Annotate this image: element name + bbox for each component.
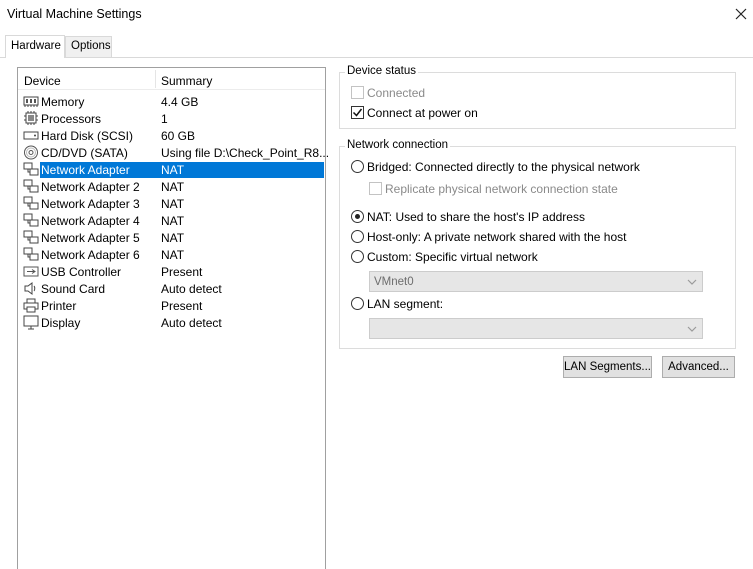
device-summary: NAT bbox=[161, 163, 185, 177]
title-bar: Virtual Machine Settings bbox=[0, 0, 753, 30]
connect-at-power-on-label: Connect at power on bbox=[367, 106, 478, 120]
network-adapter-icon bbox=[23, 179, 39, 194]
radio-circle bbox=[351, 230, 364, 243]
device-name: Network Adapter 3 bbox=[41, 197, 140, 211]
connected-label: Connected bbox=[367, 86, 426, 100]
replicate-label: Replicate physical network connection st… bbox=[385, 182, 618, 196]
tab-options-label: Options bbox=[71, 40, 111, 52]
device-summary: Present bbox=[161, 299, 203, 313]
radio-circle bbox=[351, 297, 364, 310]
device-summary: NAT bbox=[161, 180, 185, 194]
device-row-network-adapter-3[interactable]: Network Adapter 3 NAT bbox=[22, 195, 324, 212]
device-name: Network Adapter 2 bbox=[41, 180, 140, 194]
checkbox-box bbox=[351, 86, 364, 99]
device-summary: Auto detect bbox=[161, 282, 222, 296]
device-name: Display bbox=[41, 316, 81, 330]
radio-dot bbox=[355, 214, 360, 219]
network-adapter-icon bbox=[23, 196, 39, 211]
device-summary: 4.4 GB bbox=[161, 95, 199, 109]
device-name: Network Adapter 6 bbox=[41, 248, 140, 262]
device-name: CD/DVD (SATA) bbox=[41, 146, 128, 160]
checkmark-icon bbox=[352, 108, 363, 117]
lan-segment-label: LAN segment: bbox=[367, 297, 444, 311]
device-list-header: Device Summary bbox=[18, 68, 325, 90]
device-row-display[interactable]: Display Auto detect bbox=[22, 314, 324, 331]
bridged-label: Bridged: Connected directly to the physi… bbox=[367, 160, 640, 174]
device-summary: NAT bbox=[161, 248, 185, 262]
nat-label: NAT: Used to share the host's IP address bbox=[367, 210, 585, 224]
processor-icon bbox=[23, 111, 39, 126]
device-summary: NAT bbox=[161, 197, 185, 211]
device-summary: NAT bbox=[161, 214, 185, 228]
custom-network-select[interactable]: VMnet0 bbox=[369, 271, 703, 292]
tab-divider bbox=[0, 57, 753, 58]
network-adapter-icon bbox=[23, 230, 39, 245]
display-icon bbox=[23, 315, 39, 330]
memory-icon bbox=[23, 94, 39, 109]
device-row-hard-disk[interactable]: Hard Disk (SCSI) 60 GB bbox=[22, 127, 324, 144]
device-name: Hard Disk (SCSI) bbox=[41, 129, 134, 143]
hard-disk-icon bbox=[23, 128, 39, 143]
tab-hardware[interactable]: Hardware bbox=[5, 35, 65, 58]
device-summary: 1 bbox=[161, 112, 168, 126]
device-row-network-adapter[interactable]: Network Adapter NAT bbox=[22, 161, 324, 178]
sound-card-icon bbox=[23, 281, 39, 296]
column-header-summary[interactable]: Summary bbox=[161, 74, 212, 88]
device-status-title: Device status bbox=[345, 65, 419, 77]
device-row-usb-controller[interactable]: USB Controller Present bbox=[22, 263, 324, 280]
tab-options[interactable]: Options bbox=[65, 36, 112, 58]
device-row-network-adapter-5[interactable]: Network Adapter 5 NAT bbox=[22, 229, 324, 246]
network-adapter-icon bbox=[23, 247, 39, 262]
device-list[interactable]: Device Summary Memory 4.4 GB Processors … bbox=[17, 67, 329, 569]
usb-icon bbox=[23, 264, 39, 279]
window-title: Virtual Machine Settings bbox=[7, 7, 142, 21]
column-separator[interactable] bbox=[155, 70, 156, 88]
chevron-down-icon bbox=[687, 326, 697, 332]
tab-hardware-label: Hardware bbox=[11, 40, 61, 52]
device-status-group: Device status Connected Connect at power… bbox=[339, 65, 736, 129]
device-name: USB Controller bbox=[41, 265, 122, 279]
device-summary: NAT bbox=[161, 231, 185, 245]
device-name: Network Adapter 4 bbox=[41, 214, 140, 228]
radio-circle bbox=[351, 210, 364, 223]
device-row-processors[interactable]: Processors 1 bbox=[22, 110, 324, 127]
device-name: Sound Card bbox=[41, 282, 106, 296]
checkbox-box bbox=[369, 182, 382, 195]
chevron-down-icon bbox=[687, 279, 697, 285]
lan-segment-select[interactable] bbox=[369, 318, 703, 339]
device-row-printer[interactable]: Printer Present bbox=[22, 297, 324, 314]
device-row-sound-card[interactable]: Sound Card Auto detect bbox=[22, 280, 324, 297]
device-row-network-adapter-2[interactable]: Network Adapter 2 NAT bbox=[22, 178, 324, 195]
host-only-label: Host-only: A private network shared with… bbox=[367, 230, 627, 244]
device-row-network-adapter-4[interactable]: Network Adapter 4 NAT bbox=[22, 212, 324, 229]
device-name: Printer bbox=[41, 299, 77, 313]
device-row-memory[interactable]: Memory 4.4 GB bbox=[22, 93, 324, 110]
radio-circle bbox=[351, 160, 364, 173]
printer-icon bbox=[23, 298, 39, 313]
close-icon[interactable] bbox=[730, 3, 752, 25]
device-name: Processors bbox=[41, 112, 102, 126]
network-connection-group: Network connection Bridged: Connected di… bbox=[339, 139, 736, 349]
device-name: Network Adapter 5 bbox=[41, 231, 140, 245]
cd-dvd-icon bbox=[23, 145, 39, 160]
device-summary: Using file D:\Check_Point_R8... bbox=[161, 146, 330, 160]
radio-circle bbox=[351, 250, 364, 263]
device-row-cd-dvd[interactable]: CD/DVD (SATA) Using file D:\Check_Point_… bbox=[22, 144, 329, 161]
device-name: Memory bbox=[41, 95, 85, 109]
custom-label: Custom: Specific virtual network bbox=[367, 250, 538, 264]
tab-strip: Hardware Options bbox=[0, 35, 753, 58]
device-summary: 60 GB bbox=[161, 129, 196, 143]
column-header-device[interactable]: Device bbox=[24, 74, 61, 88]
device-name: Network Adapter bbox=[40, 162, 132, 178]
lan-segments-button[interactable]: LAN Segments... bbox=[563, 356, 652, 378]
device-summary: Auto detect bbox=[161, 316, 222, 330]
device-row-network-adapter-6[interactable]: Network Adapter 6 NAT bbox=[22, 246, 324, 263]
checkbox-box bbox=[351, 106, 364, 119]
advanced-button[interactable]: Advanced... bbox=[662, 356, 735, 378]
network-adapter-icon bbox=[23, 162, 39, 177]
custom-network-value: VMnet0 bbox=[374, 276, 414, 288]
network-connection-title: Network connection bbox=[345, 139, 450, 151]
network-adapter-icon bbox=[23, 213, 39, 228]
device-summary: Present bbox=[161, 265, 203, 279]
